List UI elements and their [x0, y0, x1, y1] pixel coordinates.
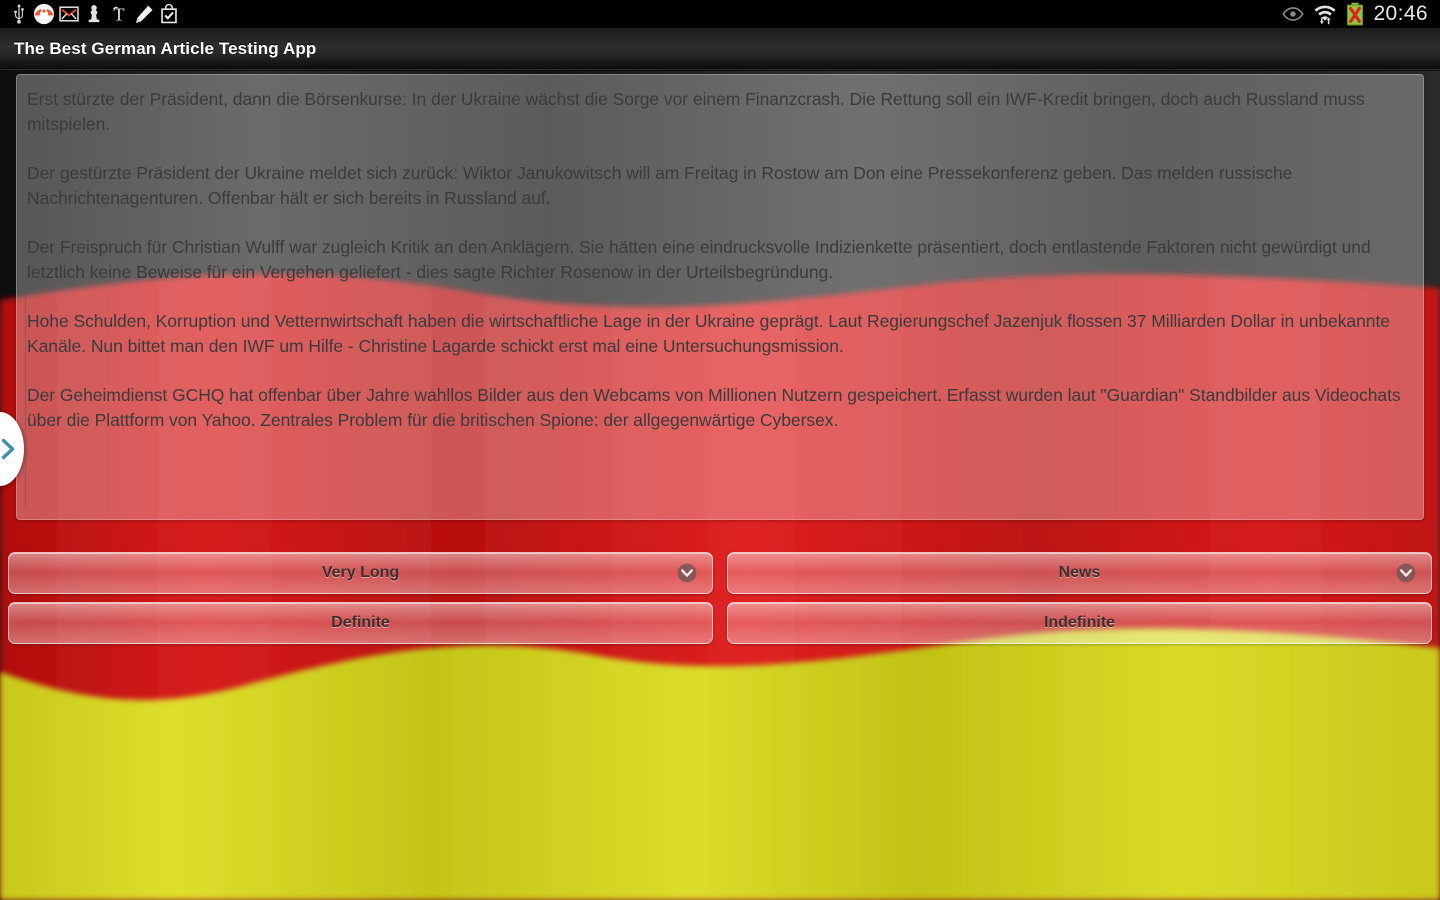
chevron-down-icon	[1395, 562, 1417, 584]
battery-error-icon	[1347, 2, 1364, 26]
eye-icon	[1282, 7, 1305, 21]
article-scroll-view[interactable]: Erst stürzte der Präsident, dann die Bör…	[16, 74, 1424, 520]
article-paragraph: Erst stürzte der Präsident, dann die Bör…	[27, 89, 1365, 134]
wifi-icon	[1314, 5, 1336, 25]
app-root: T 20:46 The Best German Article Testing …	[0, 0, 1440, 900]
chevron-down-icon	[676, 562, 698, 584]
chess-pawn-icon	[88, 5, 100, 23]
nytimes-icon: T	[113, 4, 125, 24]
indefinite-button[interactable]: Indefinite	[727, 602, 1432, 644]
page-title: The Best German Article Testing App	[14, 38, 317, 58]
article-paragraph: Der gestürzte Präsident der Ukraine meld…	[27, 163, 1293, 208]
length-spinner[interactable]: Very Long	[8, 552, 713, 594]
pen-icon	[135, 5, 153, 23]
bottom-controls: Very Long News Definite Indefinite	[0, 552, 1440, 652]
definite-button[interactable]: Definite	[8, 602, 713, 644]
indefinite-button-label: Indefinite	[1043, 614, 1116, 631]
gmail-icon	[59, 6, 79, 22]
status-bar: T 20:46	[0, 0, 1440, 28]
article-type-row: Definite Indefinite	[0, 602, 1440, 644]
status-bar-notification-icons[interactable]: T	[0, 3, 180, 25]
usb-icon	[14, 4, 24, 24]
definite-button-label: Definite	[331, 614, 390, 631]
category-spinner-value: News	[1058, 564, 1101, 581]
length-spinner-value: Very Long	[321, 564, 400, 581]
checklist-bag-icon	[161, 3, 177, 24]
chevron-right-icon	[1, 438, 15, 460]
action-bar: The Best German Article Testing App	[0, 28, 1440, 71]
article-paragraph: Hohe Schulden, Korruption und Vetternwir…	[27, 311, 1390, 356]
status-bar-system-icons[interactable]: 20:46	[1282, 2, 1440, 26]
article-paragraph: Der Geheimdienst GCHQ hat offenbar über …	[27, 385, 1401, 430]
spinner-row: Very Long News	[0, 552, 1440, 594]
article-text-container: Erst stürzte der Präsident, dann die Bör…	[27, 87, 1413, 433]
keyguard-lock-icon	[33, 3, 55, 25]
category-spinner[interactable]: News	[727, 552, 1432, 594]
status-bar-clock: 20:46	[1373, 2, 1428, 25]
article-paragraph: Der Freispruch für Christian Wulff war z…	[27, 237, 1371, 282]
